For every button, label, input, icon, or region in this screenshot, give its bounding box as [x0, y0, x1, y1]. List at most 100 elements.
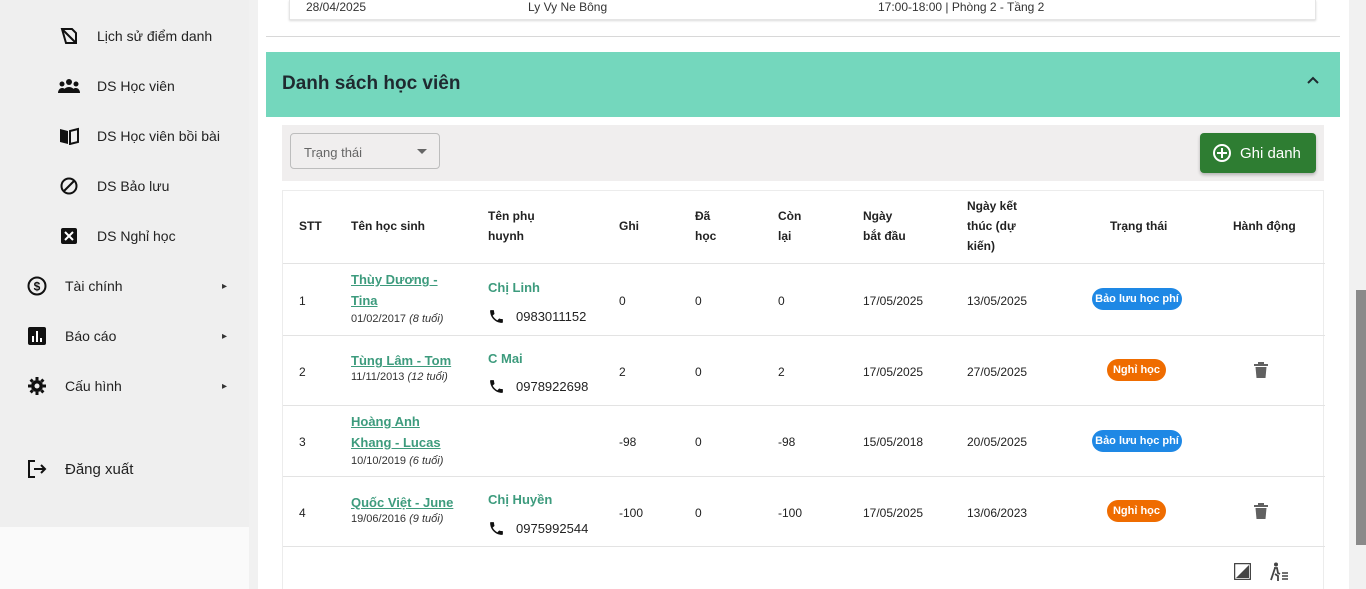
dob-value: 19/06/2016	[351, 513, 407, 525]
dob-value: 10/10/2019	[351, 455, 407, 467]
delete-icon[interactable]	[1254, 362, 1268, 378]
delete-icon[interactable]	[1254, 503, 1268, 519]
col-header-start-line2: bắt đầu	[863, 229, 906, 243]
student-cell: Tùng Lâm - Tom 11/11/2013 (12 tuổi)	[351, 350, 451, 383]
cell-start-date: 17/05/2025	[863, 506, 924, 520]
col-header-registered: Ghi	[619, 219, 639, 233]
parent-phone[interactable]: 0975992544	[516, 521, 588, 536]
sidebar-item-label: DS Nghỉ học	[97, 228, 176, 244]
col-header-end-line2: thúc (dự	[967, 219, 1016, 233]
col-header-parent: Tên phụ huynh	[488, 206, 535, 246]
cell-registered: -100	[619, 506, 644, 520]
cell-start-date: 15/05/2018	[863, 435, 924, 449]
sidebar-item-label: Báo cáo	[65, 328, 117, 344]
col-header-studied: Đã học	[695, 206, 716, 246]
sidebar-item-remedial-students[interactable]: DS Học viên bồi bài	[0, 116, 249, 156]
parent-name: Chị Huyền	[488, 492, 553, 507]
table-footer	[283, 546, 1325, 589]
status-badge: Bảo lưu học phí	[1092, 430, 1182, 452]
col-header-start-line1: Ngày	[863, 209, 893, 223]
cell-end-date: 20/05/2025	[967, 435, 1028, 449]
phone-icon	[488, 378, 505, 395]
sidebar-item-label: DS Bảo lưu	[97, 178, 170, 194]
col-header-end-date: Ngày kết thúc (dự kiến)	[967, 196, 1017, 256]
status-select-value: Trạng thái	[304, 145, 363, 160]
sidebar-footer	[0, 527, 249, 589]
cell-remaining: 2	[778, 365, 785, 379]
status-select[interactable]: Trạng thái	[290, 133, 440, 169]
cell-start-date: 17/05/2025	[863, 365, 924, 379]
block-icon	[58, 175, 80, 197]
student-dob: 10/10/2019 (6 tuổi)	[351, 455, 443, 467]
age-value: (9 tuổi)	[409, 513, 444, 525]
student-dob: 01/02/2017 (8 tuổi)	[351, 313, 443, 325]
student-list-header[interactable]: Danh sách học viên	[266, 52, 1340, 117]
student-table: STT Tên học sinh Tên phụ huynh Ghi Đã họ…	[282, 190, 1325, 589]
parent-phone[interactable]: 0983011152	[516, 309, 586, 324]
parent-phone[interactable]: 0978922698	[516, 379, 588, 394]
student-name-line2: Tina	[351, 293, 378, 308]
person-walk-list-icon[interactable]	[1269, 562, 1289, 586]
cell-remaining: 0	[778, 294, 785, 308]
table-row: 1 Thùy Dương - Tina 01/02/2017 (8 tuổi) …	[283, 263, 1325, 335]
col-header-studied-line2: học	[695, 229, 717, 243]
sidebar-item-finance[interactable]: $ Tài chính ▸	[0, 266, 249, 306]
cell-end-date: 13/05/2025	[967, 294, 1028, 308]
sidebar-item-logout[interactable]: Đăng xuất	[0, 449, 249, 489]
sidebar-item-students[interactable]: DS Học viên	[0, 66, 249, 106]
schedule-date: 28/04/2025	[306, 0, 367, 14]
chevron-up-icon[interactable]	[1306, 74, 1320, 88]
cell-registered: -98	[619, 435, 637, 449]
cell-end-date: 27/05/2025	[967, 365, 1028, 379]
schedule-card: 28/04/2025 Ly Vy Ne Bông 17:00-18:00 | P…	[266, 0, 1340, 37]
cell-stt: 4	[299, 506, 306, 520]
sidebar-item-label: Đăng xuất	[65, 460, 134, 478]
student-dob: 19/06/2016 (9 tuổi)	[351, 513, 453, 525]
schedule-time-room: 17:00-18:00 | Phòng 2 - Tầng 2	[878, 0, 1045, 14]
student-name-link[interactable]: Thùy Dương - Tina	[351, 269, 443, 311]
student-name-line2: Khang - Lucas	[351, 435, 441, 450]
filter-bar: Trạng thái Ghi danh	[282, 125, 1324, 181]
sidebar-item-label: Lịch sử điểm danh	[97, 28, 213, 44]
sidebar-item-label: DS Học viên bồi bài	[97, 128, 220, 144]
scrollbar-thumb[interactable]	[1356, 290, 1366, 545]
student-name-line1: Hoàng Anh	[351, 414, 420, 429]
col-header-stt: STT	[299, 219, 322, 233]
cell-stt: 1	[299, 294, 306, 308]
col-header-status: Trạng thái	[1110, 219, 1168, 233]
student-name-link[interactable]: Tùng Lâm - Tom	[351, 350, 451, 371]
chevron-right-icon: ▸	[222, 380, 228, 392]
status-badge: Nghỉ học	[1107, 500, 1166, 522]
sidebar: Lịch sử điểm danh DS Học viên DS Học viê…	[0, 0, 249, 527]
parent-name: C Mai	[488, 351, 523, 366]
parent-name: Chị Linh	[488, 280, 540, 295]
col-header-remaining-line1: Còn	[778, 209, 802, 223]
image-icon[interactable]	[1233, 562, 1252, 585]
table-row: 2 Tùng Lâm - Tom 11/11/2013 (12 tuổi) C …	[283, 335, 1325, 405]
dob-value: 01/02/2017	[351, 313, 407, 325]
sidebar-item-reserved[interactable]: DS Bảo lưu	[0, 166, 249, 206]
history-attendance-icon	[58, 25, 80, 47]
chevron-right-icon: ▸	[222, 330, 228, 342]
logout-icon	[26, 458, 48, 480]
student-name-link[interactable]: Hoàng Anh Khang - Lucas	[351, 411, 443, 453]
cell-studied: 0	[695, 435, 702, 449]
age-value: (12 tuổi)	[407, 371, 448, 383]
cell-start-date: 17/05/2025	[863, 294, 924, 308]
sidebar-item-settings[interactable]: Cấu hình ▸	[0, 366, 249, 406]
col-header-end-line3: kiến)	[967, 239, 996, 253]
sidebar-item-label: Tài chính	[65, 278, 123, 294]
sidebar-item-reports[interactable]: Báo cáo ▸	[0, 316, 249, 356]
enroll-button[interactable]: Ghi danh	[1200, 133, 1316, 173]
student-cell: Hoàng Anh Khang - Lucas 10/10/2019 (6 tu…	[351, 411, 443, 467]
add-circle-icon	[1213, 144, 1231, 162]
student-name-link[interactable]: Quốc Việt - June	[351, 492, 453, 513]
col-header-end-line1: Ngày kết	[967, 199, 1018, 213]
cell-remaining: -98	[778, 435, 796, 449]
sidebar-item-dropped[interactable]: DS Nghỉ học	[0, 216, 249, 256]
cell-studied: 0	[695, 365, 702, 379]
cell-studied: 0	[695, 294, 702, 308]
sidebar-item-attendance-history[interactable]: Lịch sử điểm danh	[0, 16, 249, 56]
close-box-icon	[58, 225, 80, 247]
status-badge: Nghỉ học	[1107, 359, 1166, 381]
